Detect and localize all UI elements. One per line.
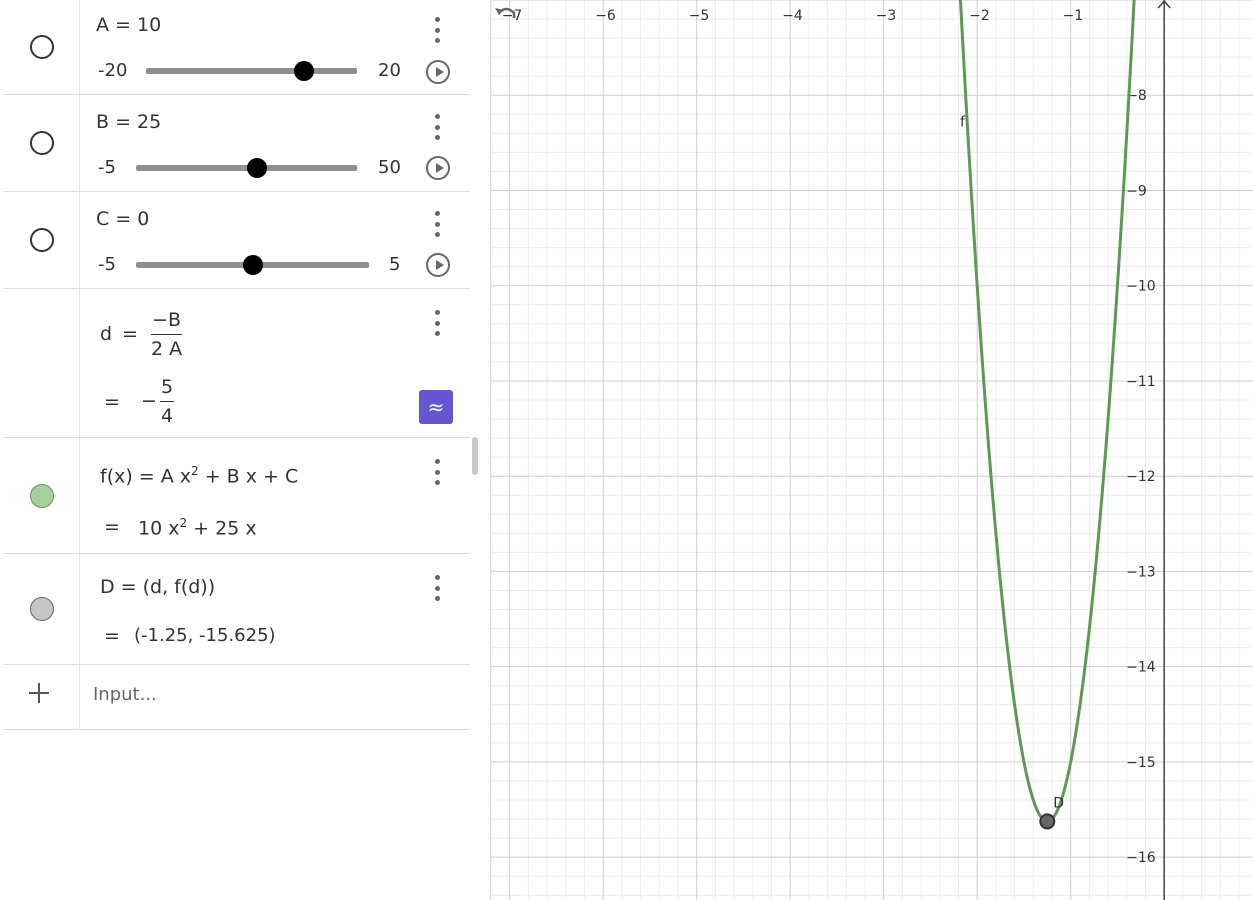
row-divider bbox=[79, 192, 80, 288]
d-result-equals: = bbox=[104, 391, 120, 413]
slider-c-min: -5 bbox=[98, 254, 116, 275]
play-icon[interactable] bbox=[426, 60, 450, 84]
row-divider bbox=[79, 665, 80, 729]
visibility-toggle-a[interactable] bbox=[30, 35, 54, 59]
slider-c-max: 5 bbox=[389, 254, 401, 275]
point-d-label: D bbox=[1053, 795, 1064, 811]
slider-c-definition[interactable]: C = 0 bbox=[96, 208, 149, 230]
d-result-denominator: 4 bbox=[160, 405, 174, 427]
slider-row-c: C = 0 -5 5 bbox=[4, 192, 470, 289]
y-tick-label: −9 bbox=[1126, 183, 1147, 199]
more-options-icon[interactable] bbox=[431, 575, 443, 601]
more-options-icon[interactable] bbox=[431, 310, 443, 336]
algebra-panel: A = 10 -20 20 B = 25 -5 50 C = 0 -5 5 d … bbox=[0, 0, 491, 900]
x-tick-label: −3 bbox=[876, 8, 897, 24]
more-options-icon[interactable] bbox=[431, 459, 443, 485]
more-options-icon[interactable] bbox=[431, 114, 443, 140]
y-tick-label: −16 bbox=[1126, 850, 1156, 866]
graph-canvas[interactable]: −7 −6 −5 −4 −3 −2 −1 −8−9−10−11−12−13−14−15−16… bbox=[491, 0, 1253, 900]
slider-row-b: B = 25 -5 50 bbox=[4, 95, 470, 192]
slider-b-thumb[interactable] bbox=[246, 158, 267, 178]
row-divider bbox=[79, 289, 80, 437]
d-equals: = bbox=[122, 323, 138, 345]
slider-b-min: -5 bbox=[98, 157, 116, 178]
slider-a-max: 20 bbox=[378, 60, 401, 81]
row-divider bbox=[79, 438, 80, 553]
algebra-input[interactable]: Input... bbox=[93, 684, 157, 705]
point-d[interactable] bbox=[1039, 813, 1056, 830]
point-d-result: (-1.25, -15.625) bbox=[134, 625, 276, 646]
row-divider bbox=[79, 0, 80, 94]
d-result-numerator: 5 bbox=[160, 376, 174, 398]
play-icon[interactable] bbox=[426, 156, 450, 180]
d-name[interactable]: d bbox=[100, 323, 112, 345]
slider-a-track[interactable] bbox=[146, 68, 357, 74]
undo-icon[interactable] bbox=[491, 0, 521, 30]
slider-b-max: 50 bbox=[378, 157, 401, 178]
f-result-start: 10 x bbox=[138, 517, 180, 540]
fraction-bar bbox=[160, 401, 174, 402]
more-options-icon[interactable] bbox=[431, 17, 443, 43]
axes bbox=[1157, 0, 1171, 900]
point-d-result-equals: = bbox=[104, 625, 120, 647]
slider-row-a: A = 10 -20 20 bbox=[4, 0, 470, 95]
approx-toggle-button[interactable]: ≈ bbox=[419, 390, 453, 424]
f-definition-start: f(x) = A x bbox=[100, 465, 192, 488]
f-row: f(x) = A x2 + B x + C = 10 x2 + 25 x bbox=[4, 438, 470, 554]
y-tick-label: −10 bbox=[1126, 279, 1156, 295]
f-definition-end: + B x + C bbox=[198, 465, 299, 488]
slider-a-definition[interactable]: A = 10 bbox=[96, 14, 161, 36]
f-result-end: + 25 x bbox=[187, 517, 257, 540]
f-result-equals: = bbox=[104, 516, 120, 538]
slider-a-thumb[interactable] bbox=[294, 61, 315, 81]
d-denominator: 2 A bbox=[151, 338, 183, 360]
visibility-toggle-b[interactable] bbox=[30, 131, 54, 155]
scrollbar[interactable] bbox=[472, 437, 478, 475]
visibility-toggle-f[interactable] bbox=[30, 484, 54, 508]
y-tick-label: −15 bbox=[1126, 755, 1156, 771]
row-divider bbox=[79, 95, 80, 191]
d-result-sign: − bbox=[141, 390, 157, 412]
curve-f-label: f bbox=[960, 115, 966, 131]
y-tick-label: −13 bbox=[1126, 564, 1156, 580]
y-tick-label: −11 bbox=[1126, 374, 1156, 390]
curve-f[interactable] bbox=[956, 0, 1139, 823]
x-tick-label: −6 bbox=[595, 8, 616, 24]
y-tick-label: −12 bbox=[1126, 469, 1156, 485]
play-icon[interactable] bbox=[426, 253, 450, 277]
graphics-view[interactable]: −7 −6 −5 −4 −3 −2 −1 −8 −9 −10 −11 −12 −13 −14 −15 −16… bbox=[491, 0, 1253, 900]
x-tick-label: −5 bbox=[689, 8, 710, 24]
d-numerator: −B bbox=[152, 309, 182, 331]
visibility-toggle-d[interactable] bbox=[30, 597, 54, 621]
y-tick-labels: −8−9−10−11−12−13−14−15−16 bbox=[1126, 88, 1156, 866]
f-definition[interactable]: f(x) = A x2 + B x + C bbox=[100, 464, 298, 487]
visibility-toggle-c[interactable] bbox=[30, 228, 54, 252]
d-row: d = −B 2 A = − 5 4 ≈ bbox=[4, 289, 470, 438]
x-tick-label: −4 bbox=[782, 8, 803, 24]
f-result-exponent: 2 bbox=[179, 516, 188, 530]
y-tick-label: −14 bbox=[1126, 660, 1156, 676]
f-result: 10 x2 + 25 x bbox=[138, 516, 257, 539]
point-d-definition[interactable]: D = (d, f(d)) bbox=[100, 576, 215, 598]
fraction-bar bbox=[151, 334, 183, 335]
input-row bbox=[4, 665, 470, 730]
point-d-row: D = (d, f(d)) = (-1.25, -15.625) bbox=[4, 554, 470, 665]
slider-c-thumb[interactable] bbox=[242, 255, 263, 275]
row-divider bbox=[79, 554, 80, 664]
f-definition-exponent: 2 bbox=[191, 464, 199, 478]
slider-b-definition[interactable]: B = 25 bbox=[96, 111, 161, 133]
d-result-fraction: 5 4 bbox=[160, 376, 174, 427]
more-options-icon[interactable] bbox=[431, 211, 443, 237]
d-definition-fraction[interactable]: −B 2 A bbox=[151, 309, 183, 360]
x-tick-label: −2 bbox=[969, 8, 990, 24]
x-tick-label: −1 bbox=[1063, 8, 1084, 24]
slider-a-min: -20 bbox=[98, 60, 128, 81]
plus-icon[interactable] bbox=[28, 682, 50, 704]
